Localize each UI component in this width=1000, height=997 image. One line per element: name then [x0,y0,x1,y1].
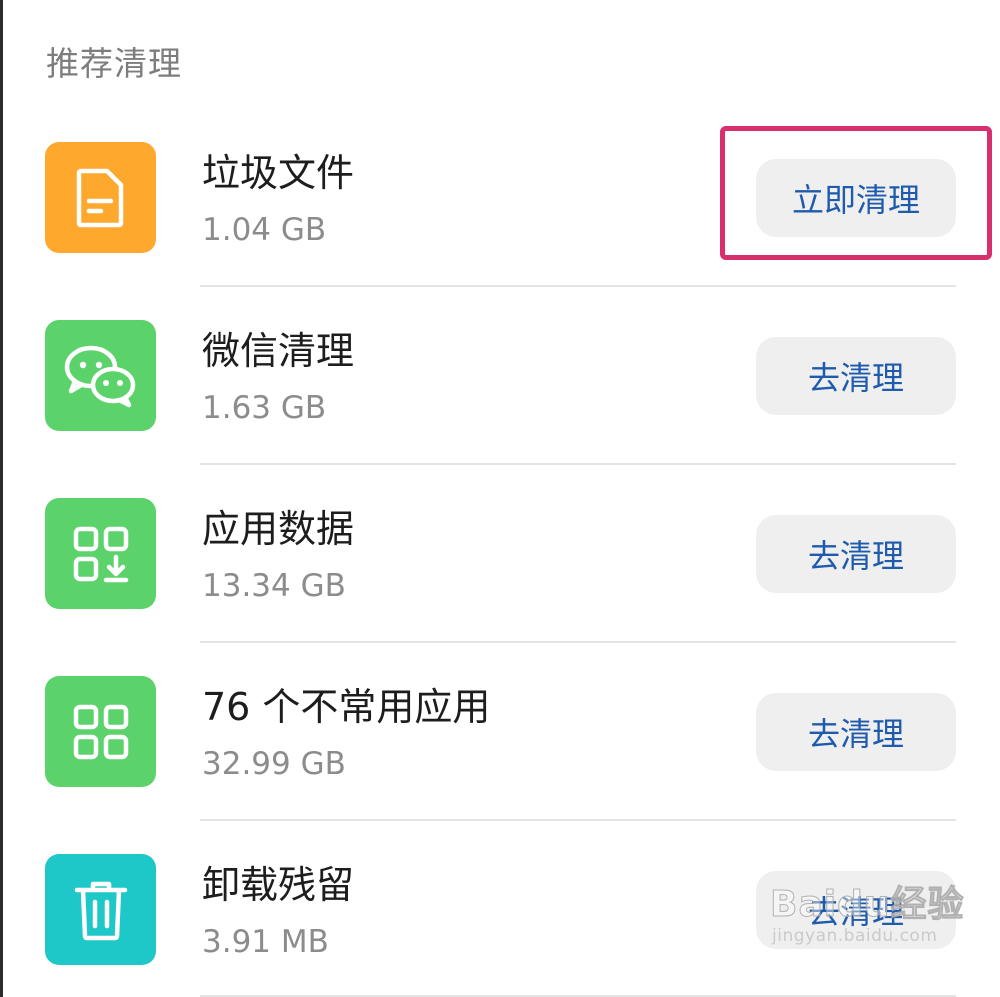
divider [200,463,956,465]
apps-grid-icon [45,676,156,787]
item-title: 微信清理 [202,329,355,373]
trash-icon [45,854,156,965]
item-size: 1.04 GB [202,212,327,248]
app-data-icon [45,498,156,609]
divider [200,819,956,821]
go-clean-button[interactable]: 去清理 [756,693,956,771]
divider [200,641,956,643]
item-title: 卸载残留 [202,863,355,907]
go-clean-button[interactable]: 去清理 [756,337,956,415]
list-item-wechat[interactable]: 微信清理 1.63 GB 去清理 [0,320,1000,498]
list-item-uninstall-residue[interactable]: 卸载残留 3.91 MB 去清理 [0,854,1000,997]
storage-cleanup-screen: 推荐清理 垃圾文件 1.04 GB 立即清理 微信清理 1.63 GB 去清理 … [0,0,1000,997]
item-title: 应用数据 [202,507,355,551]
item-size: 3.91 MB [202,924,329,960]
list-item-unused-apps[interactable]: 76 个不常用应用 32.99 GB 去清理 [0,676,1000,854]
clean-now-button[interactable]: 立即清理 [756,159,956,237]
go-clean-button[interactable]: 去清理 [756,515,956,593]
item-title: 垃圾文件 [202,151,355,195]
wechat-icon [45,320,156,431]
item-title: 76 个不常用应用 [202,685,491,729]
list-item-junk-files[interactable]: 垃圾文件 1.04 GB 立即清理 [0,142,1000,320]
document-icon [45,142,156,253]
section-title: 推荐清理 [46,44,182,83]
list-item-app-data[interactable]: 应用数据 13.34 GB 去清理 [0,498,1000,676]
divider [200,285,956,287]
item-size: 1.63 GB [202,390,327,426]
item-size: 32.99 GB [202,746,346,782]
go-clean-button[interactable]: 去清理 [756,871,956,949]
item-size: 13.34 GB [202,568,346,604]
